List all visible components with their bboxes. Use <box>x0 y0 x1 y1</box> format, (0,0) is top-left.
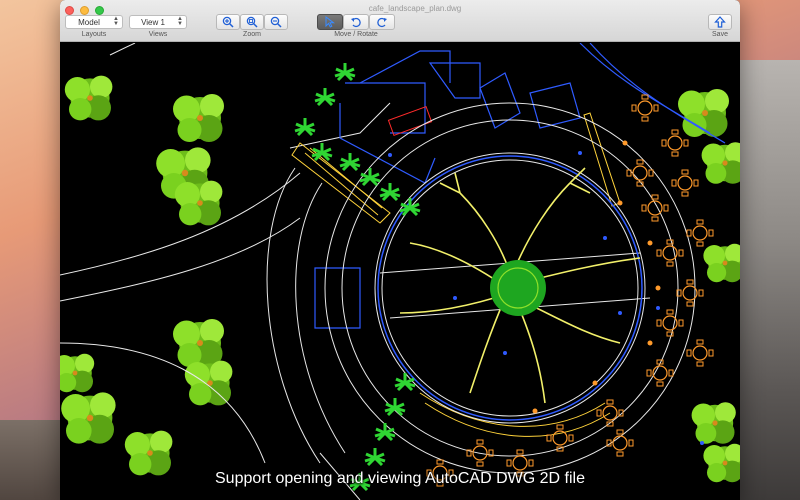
save-label: Save <box>712 31 728 38</box>
zoom-out-button[interactable] <box>264 14 288 30</box>
save-button[interactable] <box>708 14 732 30</box>
views-label: Views <box>148 31 168 38</box>
chevron-updown-icon: ▲ ▼ <box>113 16 119 27</box>
close-button[interactable] <box>65 6 74 15</box>
rotate-left-icon <box>351 17 361 28</box>
window-controls <box>65 6 104 15</box>
tree-cluster-left <box>60 75 233 476</box>
cafe-tables <box>426 94 714 487</box>
app-window: cafe_landscape_plan.dwg Model ▲ ▼ Layouts… <box>60 0 740 500</box>
toolbar: cafe_landscape_plan.dwg Model ▲ ▼ Layouts… <box>60 0 740 42</box>
cursor-icon <box>325 16 335 28</box>
select-tool-button[interactable] <box>317 14 343 30</box>
tree-cluster-right <box>678 89 740 483</box>
zoom-label: Zoom <box>243 31 261 38</box>
cad-drawing <box>60 43 740 500</box>
save-icon <box>714 16 726 28</box>
window-title: cafe_landscape_plan.dwg <box>368 4 462 13</box>
desktop-rock <box>730 60 800 500</box>
palms <box>293 61 422 492</box>
views-select[interactable]: View 1 ▲ ▼ <box>129 15 187 29</box>
rotate-right-icon <box>377 17 387 28</box>
yellow-detail <box>291 112 621 437</box>
zoom-window-button[interactable] <box>95 6 104 15</box>
rotate-left-button[interactable] <box>343 14 369 30</box>
views-select-value: View 1 <box>141 17 165 27</box>
move-rotate-label: Move / Rotate <box>334 31 378 38</box>
zoom-fit-button[interactable] <box>240 14 264 30</box>
zoom-out-icon <box>270 16 282 28</box>
drawing-canvas[interactable] <box>60 43 740 500</box>
marketing-caption: Support opening and viewing AutoCAD DWG … <box>215 470 585 487</box>
minimize-button[interactable] <box>80 6 89 15</box>
zoom-in-button[interactable] <box>216 14 240 30</box>
layouts-select-value: Model <box>78 17 100 27</box>
zoom-in-icon <box>222 16 234 28</box>
rotate-right-button[interactable] <box>369 14 395 30</box>
zoom-fit-icon <box>246 16 258 28</box>
layouts-label: Layouts <box>81 31 107 38</box>
layouts-select[interactable]: Model ▲ ▼ <box>65 15 123 29</box>
chevron-updown-icon: ▲ ▼ <box>177 16 183 27</box>
